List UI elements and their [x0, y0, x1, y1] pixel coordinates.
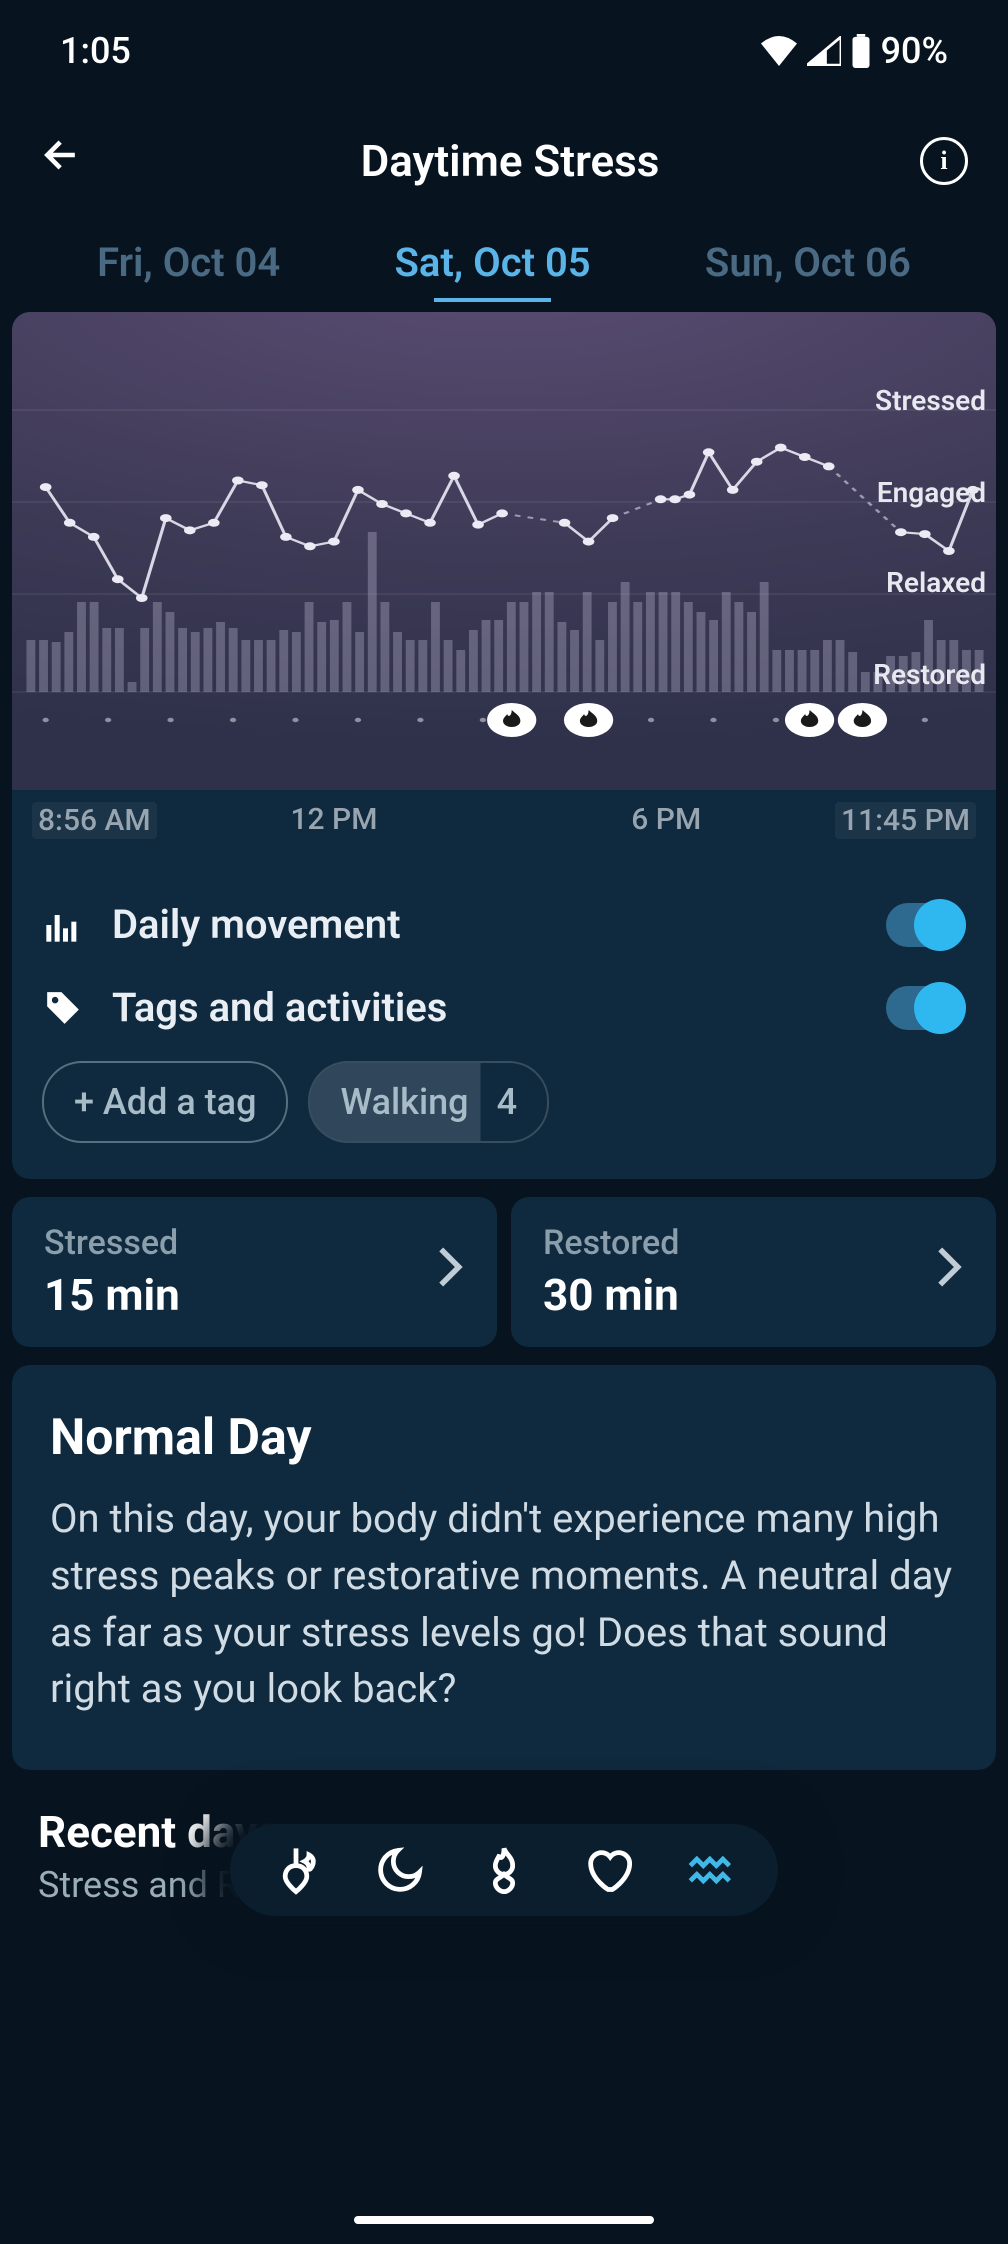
summary-body: On this day, your body didn't experience… — [50, 1491, 958, 1718]
activity-tag-walking[interactable]: Walking 4 — [308, 1061, 549, 1143]
status-bar: 1:05 90% — [0, 0, 1008, 92]
daily-movement-row: Daily movement — [42, 883, 966, 966]
tab-current-day[interactable]: Sat, Oct 05 — [394, 239, 590, 302]
nav-heart-icon[interactable] — [582, 1844, 634, 1896]
activity-count: 4 — [497, 1081, 517, 1123]
ylabel-stressed: Stressed — [875, 384, 986, 417]
wifi-icon — [761, 36, 797, 66]
tags-toggle[interactable] — [886, 986, 966, 1030]
day-tabs: Fri, Oct 04 Sat, Oct 05 Sun, Oct 06 — [0, 209, 1008, 302]
battery-percent: 90% — [881, 30, 948, 72]
signal-icon — [807, 36, 841, 66]
xtick-start: 8:56 AM — [32, 802, 157, 839]
restored-label: Restored — [543, 1223, 679, 1263]
tag-icon — [42, 987, 84, 1029]
home-indicator[interactable] — [354, 2216, 654, 2224]
summary-title: Normal Day — [50, 1409, 958, 1467]
nav-activity-icon[interactable] — [478, 1844, 530, 1896]
stat-cards: Stressed 15 min Restored 30 min — [12, 1197, 996, 1347]
chart-controls: Daily movement Tags and activities + Add… — [12, 857, 996, 1179]
nav-sleep-icon[interactable] — [374, 1844, 426, 1896]
chart-card: Stressed Engaged Relaxed Restored 8:56 A… — [12, 312, 996, 1179]
nav-resilience-icon[interactable] — [686, 1844, 738, 1896]
daily-movement-label: Daily movement — [112, 901, 858, 948]
tab-next-day[interactable]: Sun, Oct 06 — [705, 239, 911, 302]
xtick-noon: 12 PM — [291, 802, 378, 839]
activity-name: Walking — [340, 1081, 468, 1123]
tags-row: Tags and activities — [42, 966, 966, 1049]
add-tag-button[interactable]: + Add a tag — [42, 1061, 288, 1143]
nav-readiness-icon[interactable] — [270, 1844, 322, 1896]
stressed-value: 15 min — [44, 1269, 180, 1321]
chart-xaxis: 8:56 AM 12 PM 6 PM 11:45 PM — [12, 790, 996, 857]
stress-chart[interactable]: Stressed Engaged Relaxed Restored — [12, 312, 996, 790]
restored-card[interactable]: Restored 30 min — [511, 1197, 996, 1347]
tag-pills: + Add a tag Walking 4 — [42, 1061, 966, 1143]
bars-icon — [42, 904, 84, 946]
restored-value: 30 min — [543, 1269, 679, 1321]
chevron-right-icon — [934, 1245, 964, 1300]
tab-prev-day[interactable]: Fri, Oct 04 — [97, 239, 280, 302]
ylabel-engaged: Engaged — [877, 476, 986, 509]
ylabel-restored: Restored — [873, 658, 986, 691]
xtick-end: 11:45 PM — [835, 802, 976, 839]
ylabel-relaxed: Relaxed — [886, 566, 986, 599]
daily-movement-toggle[interactable] — [886, 903, 966, 947]
header: Daytime Stress i — [0, 112, 1008, 209]
page-title: Daytime Stress — [100, 135, 920, 187]
chevron-right-icon — [435, 1245, 465, 1300]
xtick-evening: 6 PM — [631, 802, 701, 839]
back-button[interactable] — [40, 132, 100, 189]
tags-label: Tags and activities — [112, 984, 858, 1031]
status-icons: 90% — [761, 30, 948, 72]
summary-card: Normal Day On this day, your body didn't… — [12, 1365, 996, 1770]
stressed-label: Stressed — [44, 1223, 180, 1263]
info-button[interactable]: i — [920, 137, 968, 185]
battery-icon — [851, 34, 871, 68]
bottom-nav — [230, 1824, 778, 1916]
clock: 1:05 — [60, 30, 131, 72]
stressed-card[interactable]: Stressed 15 min — [12, 1197, 497, 1347]
